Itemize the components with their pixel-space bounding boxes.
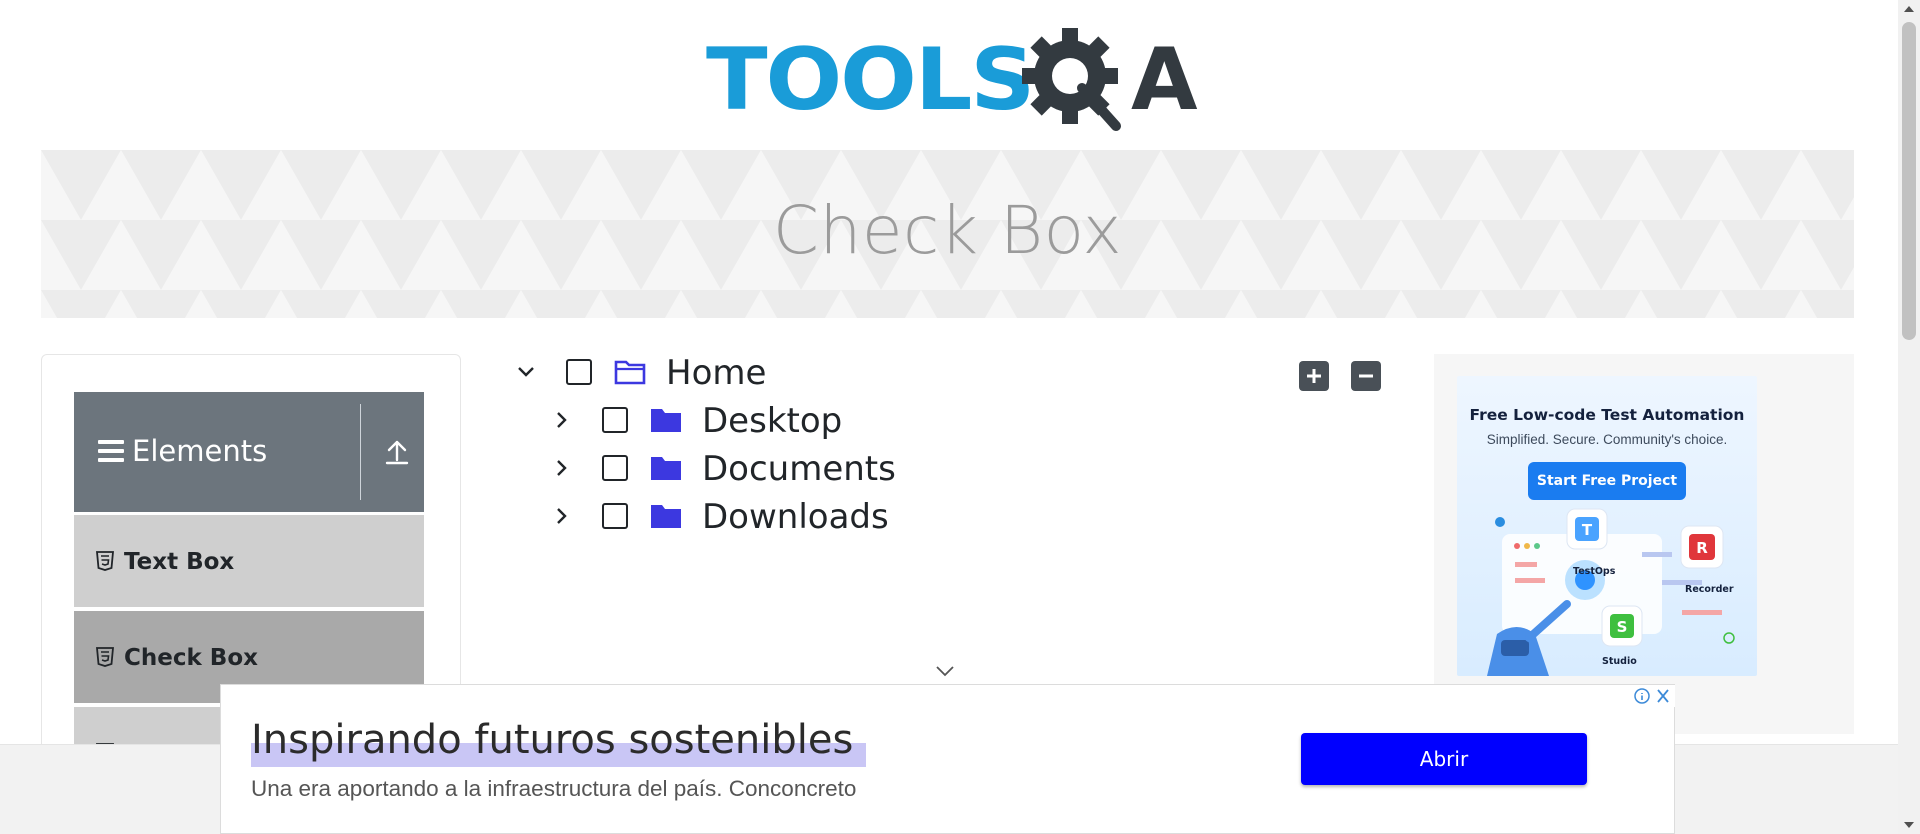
checkbox[interactable] <box>602 503 628 529</box>
ad-choices-icon[interactable] <box>1631 685 1675 707</box>
chevron-down-icon[interactable] <box>514 360 538 384</box>
open-ad-button[interactable]: Abrir <box>1301 733 1587 785</box>
ad-body: Una era aportando a la infraestructura d… <box>251 776 857 801</box>
sidebar-item-label: Check Box <box>124 645 258 671</box>
ad-label-recorder: Recorder <box>1685 584 1734 595</box>
page-title: Check Box <box>772 192 1123 269</box>
checkbox[interactable] <box>602 407 628 433</box>
scroll-down-icon[interactable] <box>1904 822 1914 828</box>
hamburger-icon <box>98 440 124 464</box>
divider <box>360 404 361 500</box>
html5-icon <box>96 551 114 571</box>
sidebar-item-label: Text Box <box>124 549 235 575</box>
scroll-up-icon[interactable] <box>1904 6 1914 12</box>
chevron-right-icon[interactable] <box>550 504 574 528</box>
svg-text:S: S <box>1617 618 1628 636</box>
expand-all-button[interactable] <box>1299 361 1329 391</box>
ad-label-studio: Studio <box>1602 656 1637 667</box>
folder-icon <box>651 409 681 432</box>
ad-label-testops: TestOps <box>1573 566 1616 577</box>
toolsqa-logo[interactable]: TOOLS A <box>706 22 1198 136</box>
folder-icon <box>651 505 681 528</box>
page-banner: Check Box <box>41 150 1854 318</box>
start-free-project-button[interactable]: Start Free Project <box>1528 462 1686 500</box>
chevron-down-icon[interactable] <box>934 664 956 678</box>
logo-suffix: A <box>1131 30 1198 130</box>
sidebar-item-text-box[interactable]: Text Box <box>74 513 424 607</box>
group-title: Elements <box>132 434 268 468</box>
checkbox-tree: Home Desktop Documents Downloads <box>514 350 1394 550</box>
svg-text:T: T <box>1582 521 1593 539</box>
ad-card[interactable]: Free Low-code Test Automation Simplified… <box>1457 376 1757 676</box>
plus-icon <box>1307 369 1321 383</box>
folder-open-icon <box>614 360 646 385</box>
tree-node-label[interactable]: Documents <box>702 449 896 489</box>
collapse-group-icon[interactable] <box>384 438 410 466</box>
ad-subtitle: Simplified. Secure. Community's choice. <box>1486 432 1728 447</box>
html5-icon <box>96 647 114 667</box>
page-scrollbar[interactable] <box>1898 0 1920 834</box>
chevron-right-icon[interactable] <box>550 456 574 480</box>
folder-icon <box>651 457 681 480</box>
elements-group-header[interactable]: Elements <box>74 392 424 512</box>
collapse-all-button[interactable] <box>1351 361 1381 391</box>
bottom-advertisement[interactable]: Inspirando futuros sostenibles Una era a… <box>220 684 1675 834</box>
minus-icon <box>1359 374 1373 378</box>
ad-headline[interactable]: Inspirando futuros sostenibles <box>251 717 853 763</box>
tree-node-label[interactable]: Downloads <box>702 497 889 537</box>
svg-text:R: R <box>1696 539 1708 557</box>
side-advertisement: Free Low-code Test Automation Simplified… <box>1434 354 1854 734</box>
tree-node-label[interactable]: Desktop <box>702 401 842 441</box>
gear-magnifier-icon <box>1022 28 1121 131</box>
checkbox[interactable] <box>602 455 628 481</box>
chevron-right-icon[interactable] <box>550 408 574 432</box>
ad-title: Free Low-code Test Automation <box>1469 406 1745 424</box>
checkbox[interactable] <box>566 359 592 385</box>
logo-text: TOOLS <box>706 30 1035 130</box>
tree-node-label[interactable]: Home <box>666 353 766 393</box>
scrollbar-thumb[interactable] <box>1902 22 1916 340</box>
